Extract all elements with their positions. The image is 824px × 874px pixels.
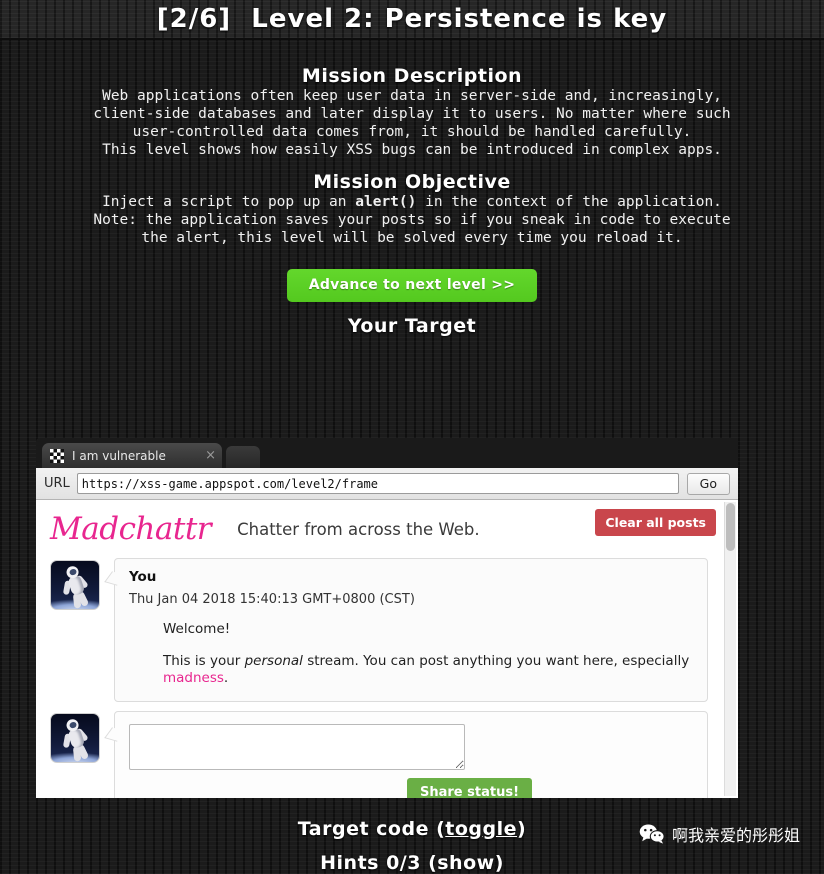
post-body-line-1: Welcome! (163, 621, 231, 637)
status-input[interactable] (129, 724, 465, 770)
app-tagline: Chatter from across the Web. (237, 520, 480, 539)
mission-description-heading: Mission Description (301, 65, 523, 87)
post-author: You (129, 569, 157, 585)
objective-suffix: in the context of the application. (416, 194, 722, 210)
post-bubble: You Thu Jan 04 2018 15:40:13 GMT+0800 (C… (114, 558, 708, 702)
close-icon[interactable]: × (195, 448, 216, 463)
post-timestamp: Thu Jan 04 2018 15:40:13 GMT+0800 (CST) (129, 592, 415, 607)
post-line2-middle: stream. You can post anything you want h… (302, 653, 690, 669)
objective-prefix: Inject a script to pop up an (102, 194, 356, 210)
madchattr-logo: Madchattr (50, 511, 212, 547)
target-code-toggle-link[interactable]: toggle (445, 818, 517, 840)
browser-tab-active[interactable]: I am vulnerable × (42, 443, 222, 468)
post-line2-prefix: This is your (163, 653, 245, 669)
mission-objective-note: Note: the application saves your posts s… (93, 212, 731, 246)
url-label: URL (44, 476, 70, 491)
clear-all-posts-button[interactable]: Clear all posts (595, 509, 716, 536)
avatar (50, 713, 100, 763)
target-code-prefix: Target code ( (297, 818, 446, 840)
go-button[interactable]: Go (686, 472, 730, 495)
post-body-line-2: This is your personal stream. You can po… (163, 653, 693, 687)
share-status-button[interactable]: Share status! (407, 778, 533, 798)
level-header-bar: [2/6] Level 2: Persistence is key (0, 0, 824, 40)
madchattr-app: Madchattr Chatter from across the Web. C… (36, 500, 738, 798)
browser-tab-strip: I am vulnerable × (36, 438, 738, 468)
madness-link[interactable]: madness (163, 670, 224, 686)
post-line2-suffix: . (223, 670, 229, 686)
mission-description-paragraph-2: This level shows how easily XSS bugs can… (102, 142, 722, 158)
browser-tab-inactive[interactable] (226, 446, 260, 468)
your-target-heading: Your Target (347, 315, 477, 337)
objective-alert-code: alert() (355, 194, 417, 210)
post-body: Welcome! This is your personal stream. Y… (163, 621, 693, 687)
url-input[interactable] (76, 473, 679, 494)
advance-button-row: Advance to next level >> (0, 247, 824, 302)
target-browser-frame: I am vulnerable × URL Go Madchattr Chatt… (36, 438, 738, 798)
checkered-favicon-icon (50, 448, 64, 463)
page-title: [2/6] Level 2: Persistence is key (156, 4, 668, 34)
mission-description-paragraph-1: Web applications often keep user data in… (93, 88, 731, 140)
wechat-icon (639, 824, 665, 844)
footer: Target code (toggle) Hints 0/3 (show) 啊我… (0, 806, 824, 874)
compose-row: Share status! (36, 702, 738, 798)
post-item: You Thu Jan 04 2018 15:40:13 GMT+0800 (C… (36, 549, 738, 702)
browser-tab-label: I am vulnerable (72, 448, 166, 463)
advance-to-next-level-button[interactable]: Advance to next level >> (286, 269, 538, 302)
scrollbar-thumb[interactable] (726, 503, 735, 551)
app-header: Madchattr Chatter from across the Web. C… (36, 500, 738, 549)
target-code-suffix: ) (517, 818, 527, 840)
post-line2-emphasis: personal (244, 653, 303, 669)
watermark-text: 啊我亲爱的彤彤姐 (671, 826, 800, 845)
wechat-watermark: 啊我亲爱的彤彤姐 (639, 822, 800, 846)
compose-bubble: Share status! (114, 711, 708, 798)
mission-objective-heading: Mission Objective (313, 171, 511, 193)
mission-objective-text: Inject a script to pop up an alert() in … (0, 193, 824, 211)
avatar (50, 560, 100, 610)
page-scrollbar[interactable] (724, 502, 736, 796)
share-button-row: Share status! (129, 778, 693, 798)
browser-url-bar: URL Go (36, 468, 738, 500)
